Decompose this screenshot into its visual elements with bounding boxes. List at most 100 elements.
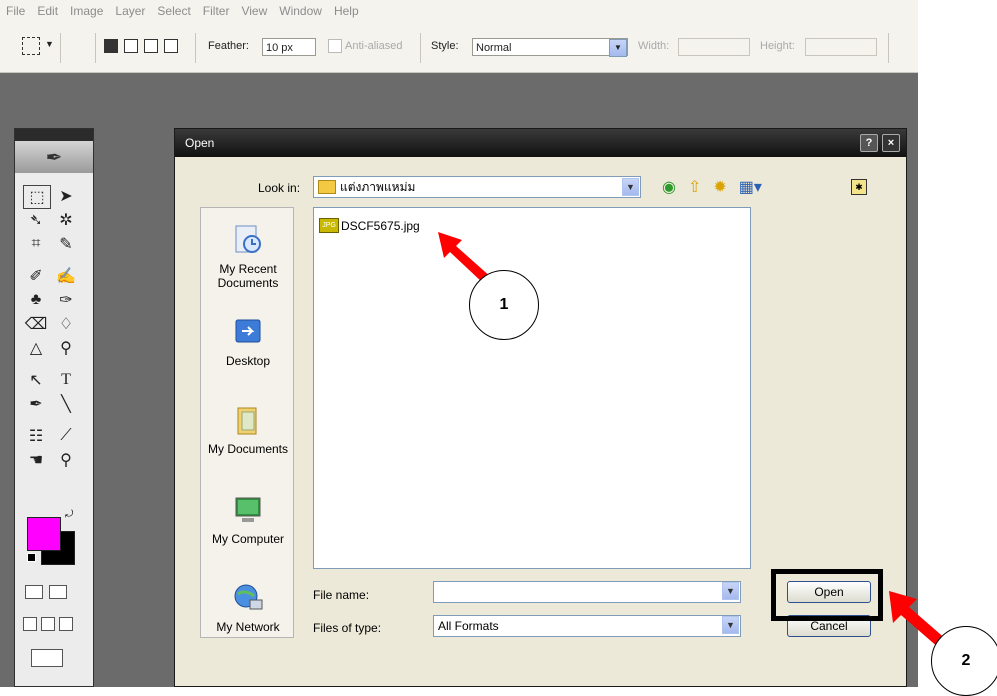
foreground-color-swatch[interactable]: [27, 517, 61, 551]
slice-icon[interactable]: ✎: [53, 233, 79, 255]
divider: [60, 33, 61, 63]
dodge-icon[interactable]: ⚲: [53, 337, 79, 359]
jump-to-imageready-icon[interactable]: [31, 649, 63, 667]
back-icon[interactable]: ◉: [662, 177, 676, 197]
menu-view[interactable]: View: [235, 4, 273, 18]
eyedropper-icon[interactable]: ⟋: [53, 425, 79, 447]
swap-colors-icon[interactable]: ⤾: [65, 509, 73, 520]
look-in-select[interactable]: แต่งภาพแหม่ม ▼: [313, 176, 641, 198]
notes-icon[interactable]: ☷: [23, 425, 49, 447]
menu-edit[interactable]: Edit: [31, 4, 64, 18]
healing-brush-icon[interactable]: ✐: [23, 265, 49, 287]
my-network-icon: [234, 584, 263, 610]
chevron-down-icon[interactable]: ▼: [722, 616, 739, 634]
feather-label: Feather:: [208, 40, 249, 52]
file-type-label: Files of type:: [313, 621, 382, 635]
file-list[interactable]: JPG DSCF5675.jpg: [313, 207, 751, 569]
chevron-down-icon[interactable]: ▼: [622, 178, 639, 196]
menu-window[interactable]: Window: [273, 4, 328, 18]
place-my-computer[interactable]: My Computer: [201, 494, 295, 546]
pen-icon[interactable]: ✒: [23, 393, 49, 415]
preview-icon[interactable]: ✱: [851, 179, 867, 195]
jpg-file-icon: JPG: [319, 218, 339, 233]
file-name-input[interactable]: [433, 581, 741, 603]
place-label: My Network: [216, 620, 280, 634]
clone-stamp-icon[interactable]: ♣: [23, 289, 49, 311]
place-desktop[interactable]: Desktop: [201, 316, 295, 368]
move-icon[interactable]: ➤: [53, 185, 79, 207]
height-label: Height:: [760, 40, 795, 52]
hand-icon[interactable]: ☚: [23, 449, 49, 471]
divider: [888, 33, 889, 63]
zoom-icon[interactable]: ⚲: [53, 449, 79, 471]
open-button-highlight: [771, 569, 883, 621]
screen-mode-full-menu-icon[interactable]: [41, 617, 55, 631]
marquee-icon[interactable]: ⬚: [23, 185, 51, 209]
lasso-icon[interactable]: ➴: [23, 209, 49, 231]
place-label: Desktop: [225, 354, 271, 368]
add-selection-icon[interactable]: [124, 39, 138, 53]
menu-help[interactable]: Help: [328, 4, 365, 18]
blur-icon[interactable]: △: [23, 337, 49, 359]
paint-bucket-icon[interactable]: ♢: [53, 313, 79, 335]
help-button[interactable]: ?: [860, 134, 878, 152]
place-my-network[interactable]: My Network: [201, 582, 295, 634]
my-computer-icon: [235, 497, 261, 522]
menu-filter[interactable]: Filter: [197, 4, 236, 18]
screen-mode-standard-icon[interactable]: [23, 617, 37, 631]
place-recent[interactable]: My Recent Documents: [201, 224, 295, 290]
intersect-selection-icon[interactable]: [164, 39, 178, 53]
tools-palette-header[interactable]: [15, 129, 93, 141]
subtract-selection-icon[interactable]: [144, 39, 158, 53]
new-folder-icon[interactable]: ✹: [713, 177, 726, 197]
look-in-value: แต่งภาพแหม่ม: [340, 179, 416, 194]
chevron-down-icon[interactable]: ▼: [609, 39, 627, 57]
type-icon[interactable]: T: [53, 369, 79, 391]
menu-file[interactable]: File: [0, 4, 31, 18]
close-button[interactable]: ×: [882, 134, 900, 152]
divider: [420, 33, 421, 63]
place-my-documents[interactable]: My Documents: [201, 404, 295, 456]
chevron-down-icon[interactable]: ▼: [722, 582, 739, 600]
my-documents-icon: [237, 407, 257, 435]
places-bar: My Recent Documents Desktop My Documents…: [200, 207, 294, 638]
place-label: My Recent Documents: [217, 262, 279, 290]
divider: [195, 33, 196, 63]
antialiased-checkbox[interactable]: [328, 39, 342, 53]
style-label: Style:: [431, 40, 459, 52]
dialog-title: Open: [185, 136, 215, 150]
history-brush-icon[interactable]: ✑: [53, 289, 79, 311]
style-select[interactable]: Normal: [472, 38, 628, 56]
line-icon[interactable]: ╲: [53, 393, 79, 415]
marquee-tool-icon[interactable]: [22, 37, 40, 55]
divider: [95, 33, 96, 63]
path-select-icon[interactable]: ↖: [23, 369, 49, 391]
place-label: My Documents: [207, 442, 289, 456]
photoshop-feather-icon[interactable]: ✒: [15, 141, 93, 173]
screen-mode-full-icon[interactable]: [59, 617, 73, 631]
new-selection-icon[interactable]: [104, 39, 118, 53]
menu-layer[interactable]: Layer: [109, 4, 151, 18]
options-bar: ▼ Feather: 10 px Anti-aliased Style: Nor…: [0, 22, 918, 73]
file-item[interactable]: JPG DSCF5675.jpg: [319, 218, 420, 233]
look-in-label: Look in:: [258, 181, 301, 195]
default-colors-icon[interactable]: [27, 553, 36, 562]
crop-icon[interactable]: ⌗: [23, 233, 49, 255]
step-2-marker: 2: [931, 626, 997, 696]
width-label: Width:: [638, 40, 670, 52]
menu-image[interactable]: Image: [64, 4, 109, 18]
brush-icon[interactable]: ✍: [53, 265, 79, 287]
eraser-icon[interactable]: ⌫: [23, 313, 49, 335]
feather-input[interactable]: 10 px: [262, 38, 316, 56]
menu-select[interactable]: Select: [151, 4, 196, 18]
chevron-down-icon[interactable]: ▼: [45, 39, 54, 49]
magic-wand-icon[interactable]: ✲: [53, 209, 79, 231]
height-input[interactable]: [805, 38, 877, 56]
view-menu-icon[interactable]: ▦▾: [739, 177, 762, 197]
up-folder-icon[interactable]: ⇧: [688, 177, 701, 197]
width-input[interactable]: [678, 38, 750, 56]
quick-mask-icon[interactable]: [49, 585, 67, 599]
file-type-select[interactable]: All Formats: [433, 615, 741, 637]
standard-mode-icon[interactable]: [25, 585, 43, 599]
dialog-titlebar[interactable]: Open ? ×: [175, 129, 906, 157]
